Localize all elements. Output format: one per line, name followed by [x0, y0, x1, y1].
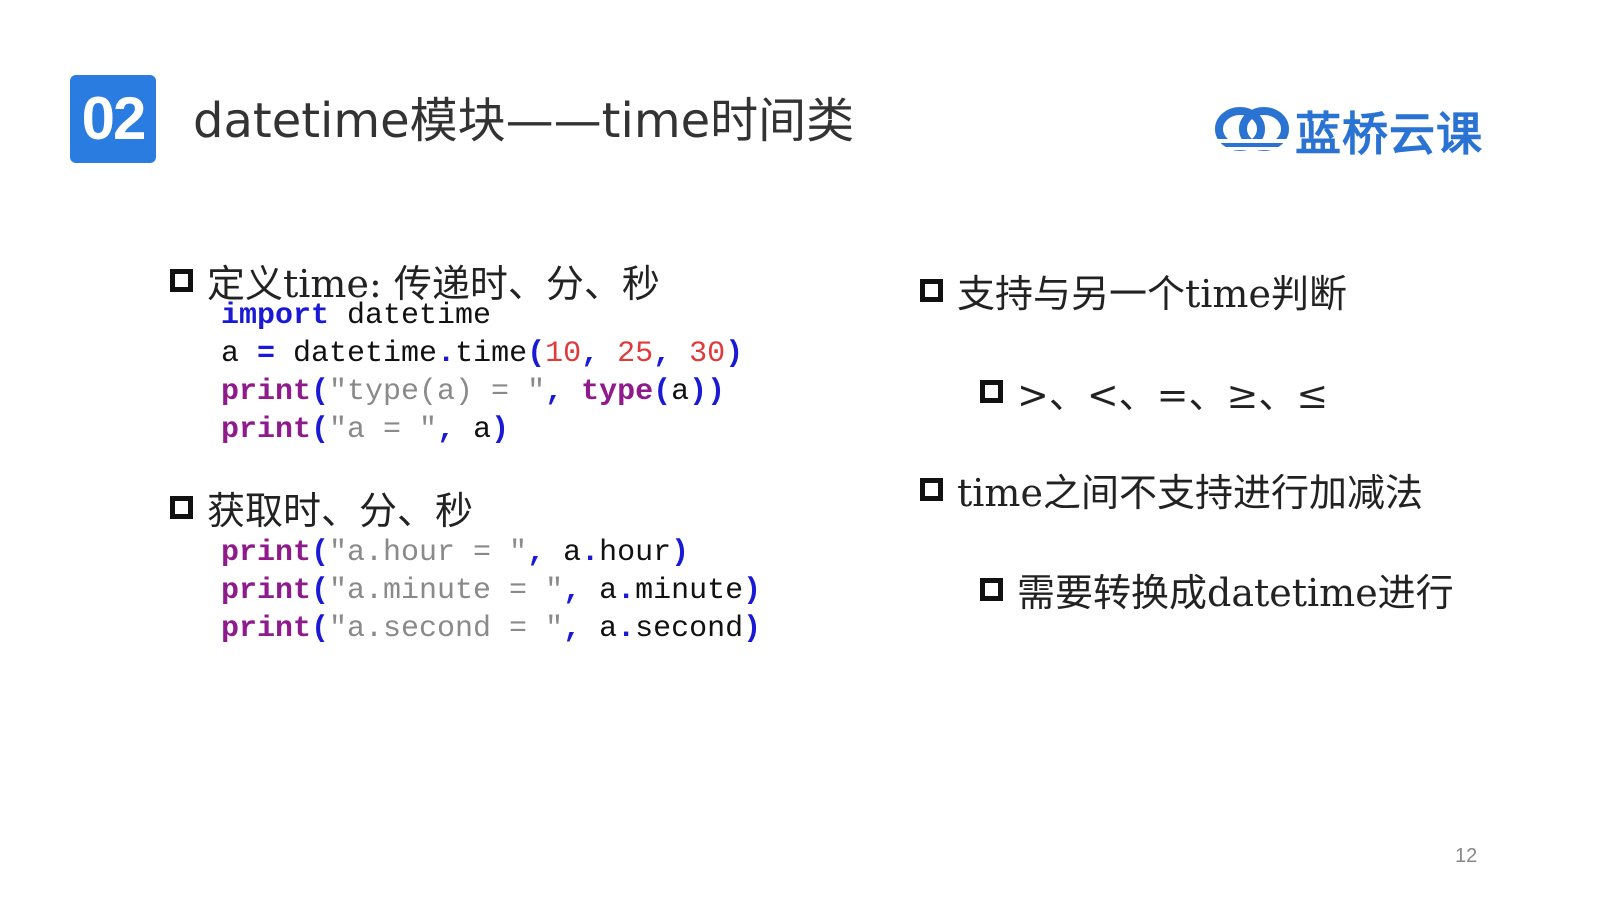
code-token: a: [221, 337, 258, 371]
code-token: a: [671, 375, 690, 409]
code-token: print: [221, 536, 312, 570]
slide-title: datetime模块——time时间类: [193, 93, 855, 149]
code-token: "a.minute = ": [329, 574, 564, 608]
code-token: "a.second = ": [329, 612, 564, 646]
code-token: type: [581, 375, 654, 409]
code-token: ): [491, 413, 510, 447]
code-token: .: [581, 536, 600, 570]
sub-bullet-convert: 需要转换成datetime进行: [980, 562, 1454, 617]
code-token: a: [599, 574, 618, 608]
code-token: 30: [689, 337, 726, 371]
code-token: "a = ": [329, 413, 438, 447]
code-block-access: print("a.hour = ", a.hour) print("a.minut…: [221, 534, 761, 648]
code-token: (: [311, 536, 330, 570]
code-token: time: [455, 337, 528, 371]
bullet-text: time之间不支持进行加减法: [957, 471, 1423, 515]
code-line: print("type(a) = ", type(a)): [221, 373, 743, 411]
code-token: ,: [527, 536, 564, 570]
code-token: .: [437, 337, 456, 371]
bullet-no-arithmetic: time之间不支持进行加减法: [920, 462, 1423, 517]
code-token: ,: [563, 574, 600, 608]
code-line: a = datetime.time(10, 25, 30): [221, 335, 743, 373]
code-token: print: [221, 612, 312, 646]
checkbox-icon: [170, 269, 193, 292]
code-token: ,: [581, 337, 618, 371]
bullet-compare: 支持与另一个time判断: [920, 263, 1347, 318]
code-token: "type(a) = ": [329, 375, 546, 409]
code-token: ,: [545, 375, 582, 409]
code-token: =: [257, 337, 276, 371]
code-token: .: [617, 612, 636, 646]
section-number-badge: 02: [70, 75, 156, 163]
checkbox-icon: [170, 496, 193, 519]
code-line: print("a.second = ", a.second): [221, 610, 761, 648]
bullet-text: 支持与另一个time判断: [957, 272, 1347, 316]
bullet-text: >、<、=、≥、≤: [1017, 373, 1329, 417]
code-token: print: [221, 574, 312, 608]
code-line: print("a.minute = ", a.minute): [221, 572, 761, 610]
code-block-define: import datetime a = datetime.time(10, 25,…: [221, 297, 743, 449]
code-token: print: [221, 413, 312, 447]
code-line: print("a = ", a): [221, 411, 743, 449]
page-number: 12: [1455, 845, 1478, 867]
code-line: import datetime: [221, 297, 743, 335]
code-token: ): [671, 536, 690, 570]
code-token: .: [617, 574, 636, 608]
bullet-text: 需要转换成datetime进行: [1017, 571, 1454, 615]
code-token: (: [311, 413, 330, 447]
code-token: ,: [653, 337, 690, 371]
code-token: a: [563, 536, 582, 570]
code-token: a: [599, 612, 618, 646]
code-token: ,: [437, 413, 474, 447]
code-token: (: [311, 574, 330, 608]
code-token: ): [743, 574, 762, 608]
checkbox-icon: [980, 578, 1003, 601]
code-token: datetime: [275, 337, 438, 371]
sub-bullet-operators: >、<、=、≥、≤: [980, 364, 1328, 419]
code-token: a: [473, 413, 492, 447]
bullet-text: 获取时、分、秒: [207, 489, 474, 533]
logo-text: 蓝桥云课: [1295, 107, 1483, 161]
code-token: datetime: [329, 299, 492, 333]
code-token: )): [689, 375, 726, 409]
code-token: ): [725, 337, 744, 371]
code-token: (: [311, 612, 330, 646]
bullet-get-hms: 获取时、分、秒: [170, 480, 473, 535]
code-token: "a.hour = ": [329, 536, 528, 570]
code-token: (: [311, 375, 330, 409]
code-token: print: [221, 375, 312, 409]
code-token: second: [635, 612, 744, 646]
code-token: import: [221, 299, 330, 333]
code-line: print("a.hour = ", a.hour): [221, 534, 761, 572]
checkbox-icon: [980, 380, 1003, 403]
code-token: 25: [617, 337, 654, 371]
code-token: ,: [563, 612, 600, 646]
code-token: 10: [545, 337, 582, 371]
checkbox-icon: [920, 279, 943, 302]
code-token: (: [653, 375, 672, 409]
code-token: (: [527, 337, 546, 371]
brand-logo: 蓝桥云课: [1215, 100, 1483, 162]
cloud-logo-icon: [1215, 107, 1289, 151]
code-token: hour: [599, 536, 672, 570]
code-token: minute: [635, 574, 744, 608]
code-token: ): [743, 612, 762, 646]
checkbox-icon: [920, 478, 943, 501]
